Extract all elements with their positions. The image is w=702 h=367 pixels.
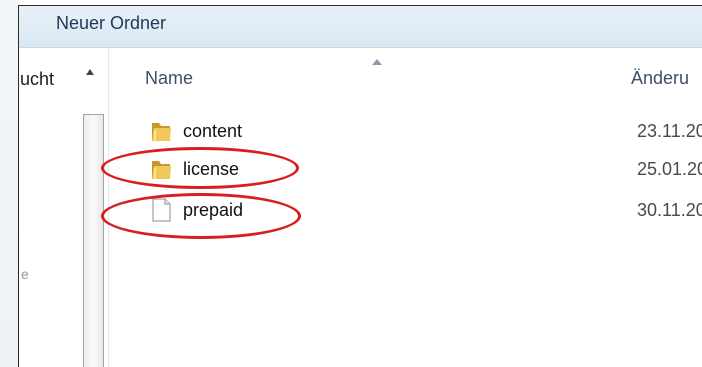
breadcrumb[interactable]: Neuer Ordner: [19, 6, 702, 48]
file-date: 30.11.20: [637, 200, 702, 220]
file-row-content[interactable]: content 23.11.20: [145, 115, 702, 145]
desktop-edge: [0, 0, 18, 367]
highlight-ellipse-license: [101, 147, 299, 189]
sort-ascending-icon: [372, 59, 382, 65]
scroll-up-arrow-icon[interactable]: [85, 67, 95, 77]
breadcrumb-folder-label[interactable]: Neuer Ordner: [56, 13, 166, 34]
nav-partial-glyph: e: [21, 266, 29, 282]
file-date: 25.01.20: [637, 159, 702, 179]
nav-item-label[interactable]: ucht: [20, 69, 54, 90]
highlight-ellipse-prepaid: [101, 193, 301, 239]
folder-icon: [152, 123, 171, 141]
explorer-window: Neuer Ordner ucht e Name Änderu content …: [18, 5, 702, 367]
column-header-row: Name Änderu: [109, 48, 702, 88]
navigation-pane: ucht e: [19, 48, 109, 367]
file-name[interactable]: content: [183, 121, 242, 142]
file-date: 23.11.20: [637, 121, 702, 141]
column-header-name[interactable]: Name: [145, 68, 193, 89]
nav-scrollbar-thumb[interactable]: [83, 114, 104, 367]
column-header-date-modified[interactable]: Änderu: [631, 68, 689, 89]
